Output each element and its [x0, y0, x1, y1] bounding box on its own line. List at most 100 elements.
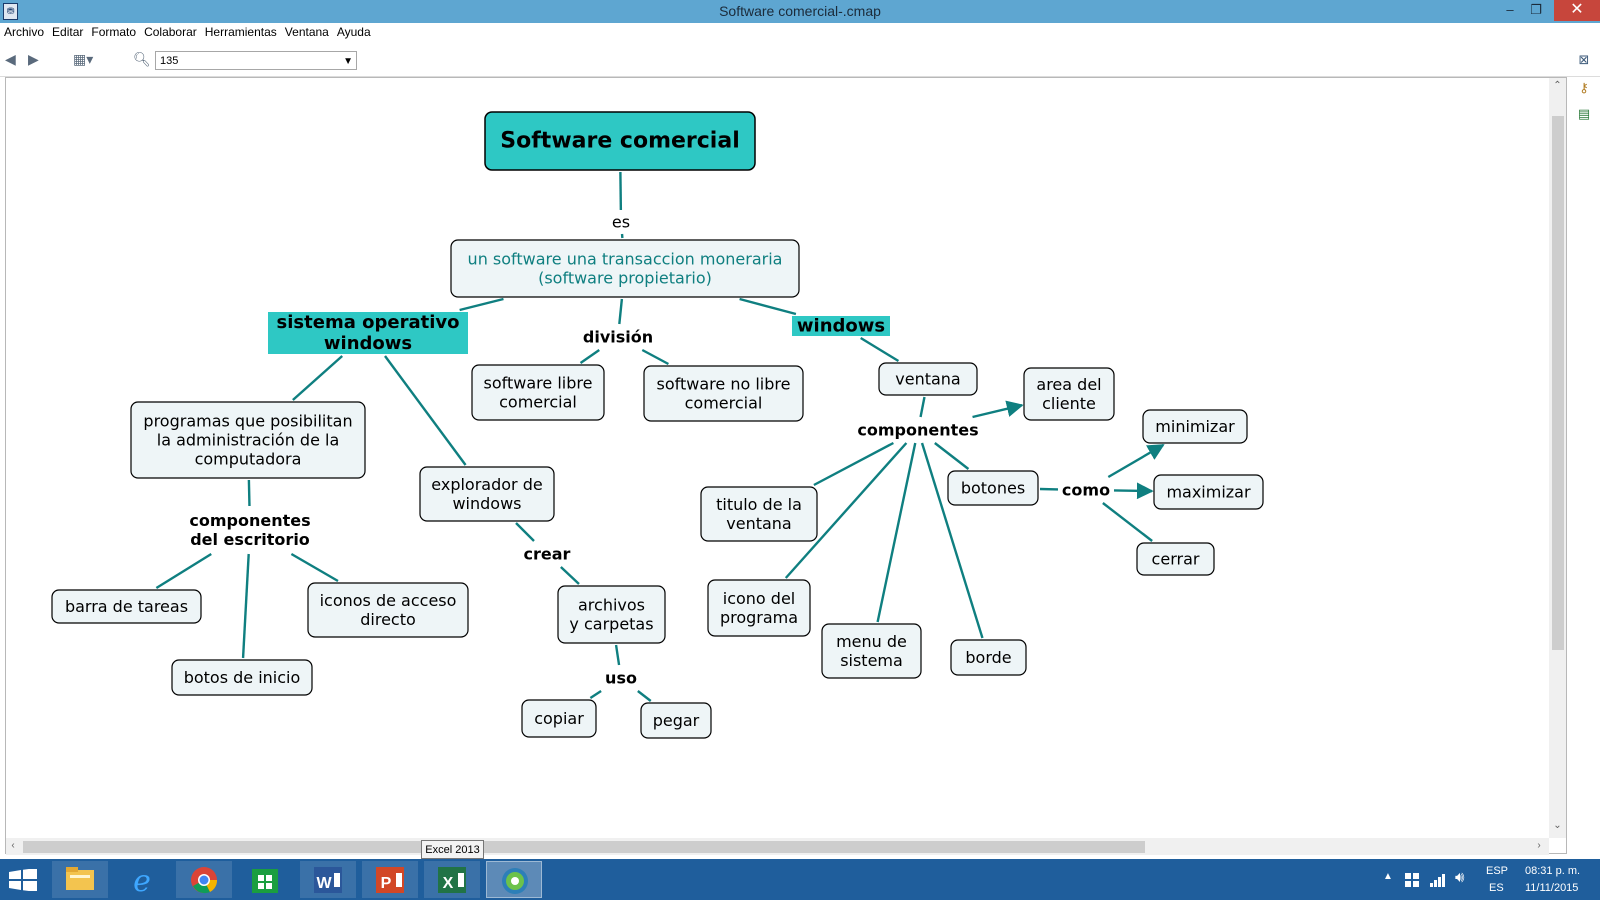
- node-text: explorador de: [431, 475, 542, 494]
- file-explorer-taskbar-button[interactable]: [52, 861, 108, 898]
- horizontal-scroll-thumb[interactable]: [23, 841, 1145, 853]
- link-label-compesc[interactable]: componentesdel escritorio: [181, 508, 319, 552]
- menu-ayuda[interactable]: Ayuda: [333, 23, 375, 39]
- network-signal-icon[interactable]: [1429, 872, 1447, 888]
- concept-iconos[interactable]: iconos de accesodirecto: [308, 583, 468, 637]
- key-icon[interactable]: ⚷: [1576, 80, 1592, 96]
- concept-borde[interactable]: borde: [951, 640, 1026, 675]
- concept-copiar[interactable]: copiar: [522, 700, 596, 737]
- link-def-sow: [460, 299, 504, 310]
- network-off-icon[interactable]: ⊠: [1576, 52, 1592, 68]
- scroll-down-icon[interactable]: ⌄: [1549, 820, 1566, 831]
- concept-snlc[interactable]: software no librecomercial: [644, 366, 803, 421]
- concept-map-canvas[interactable]: Software comercial un software una transa…: [5, 77, 1567, 854]
- link-compesc-botos: [243, 554, 249, 658]
- concept-menu[interactable]: menu desistema: [822, 624, 921, 678]
- node-text: programas que posibilitan: [143, 412, 352, 431]
- forward-arrow-icon[interactable]: ▶: [28, 51, 39, 67]
- powerpoint-icon[interactable]: P: [362, 861, 418, 898]
- link-label-es[interactable]: es: [609, 212, 633, 232]
- show-hidden-icons-icon[interactable]: ▲: [1383, 871, 1393, 882]
- link-label-componentes[interactable]: componentes: [854, 419, 982, 441]
- close-button[interactable]: ✕: [1554, 0, 1600, 21]
- concept-win[interactable]: windows: [792, 316, 890, 337]
- internet-explorer-icon[interactable]: e: [114, 861, 170, 898]
- excel-icon[interactable]: X: [424, 861, 480, 898]
- concept-prog[interactable]: programas que posibilitanla administraci…: [131, 402, 365, 478]
- node-text: iconos de acceso: [320, 591, 457, 610]
- concept-ventana[interactable]: ventana: [879, 363, 977, 395]
- menu-bar: ArchivoEditarFormatoColaborarHerramienta…: [0, 23, 1600, 43]
- scroll-up-icon[interactable]: ⌃: [1549, 80, 1566, 91]
- chrome-icon[interactable]: [176, 861, 232, 898]
- menu-colaborar[interactable]: Colaborar: [140, 23, 201, 39]
- word-icon[interactable]: W: [300, 861, 356, 898]
- link-label-como[interactable]: como: [1058, 479, 1114, 501]
- action-center-icon[interactable]: [1404, 872, 1420, 888]
- menu-formato[interactable]: Formato: [87, 23, 140, 39]
- node-text: botos de inicio: [184, 668, 301, 687]
- node-text: windows: [797, 316, 885, 337]
- cmaptools-taskbar-button[interactable]: [486, 861, 542, 898]
- menu-editar[interactable]: Editar: [48, 23, 87, 39]
- link-label-division[interactable]: división: [580, 326, 656, 348]
- concept-root[interactable]: Software comercial: [485, 112, 755, 170]
- node-text: del escritorio: [190, 530, 310, 549]
- concept-slc[interactable]: software librecomercial: [472, 365, 604, 420]
- concept-botones[interactable]: botones: [948, 471, 1038, 505]
- taskbar-tooltip: Excel 2013: [421, 840, 484, 859]
- link-compesc-barra: [156, 554, 211, 588]
- link-uso-copiar: [590, 691, 601, 698]
- node-text: windows: [324, 333, 412, 354]
- concept-maximizar[interactable]: maximizar: [1154, 475, 1263, 509]
- book-icon[interactable]: ▤: [1576, 106, 1592, 122]
- link-label-crear[interactable]: crear: [520, 543, 574, 565]
- concept-pegar[interactable]: pegar: [641, 703, 711, 738]
- vertical-scroll-thumb[interactable]: [1552, 116, 1564, 650]
- back-arrow-icon[interactable]: ◀: [5, 51, 16, 67]
- zoom-select[interactable]: 135 ▼: [155, 51, 357, 70]
- link-como-minimizar: [1108, 445, 1163, 477]
- node-text: sistema operativo: [277, 312, 460, 333]
- zoom-magnifier-icon[interactable]: 🔍︎: [133, 51, 151, 67]
- menu-ventana[interactable]: Ventana: [281, 23, 333, 39]
- concept-def[interactable]: un software una transaccion moneraria(so…: [451, 240, 799, 297]
- concept-cerrar[interactable]: cerrar: [1137, 543, 1214, 575]
- link-def-win: [740, 299, 796, 314]
- minimize-button[interactable]: –: [1496, 0, 1524, 21]
- language-bottom[interactable]: ES: [1489, 882, 1504, 894]
- volume-icon[interactable]: 🔊︎: [1455, 869, 1464, 886]
- concept-map-svg: Software comercial un software una transa…: [6, 78, 1550, 838]
- concept-barra[interactable]: barra de tareas: [52, 590, 201, 623]
- concept-botos[interactable]: botos de inicio: [172, 660, 312, 695]
- node-text: archivos: [578, 596, 645, 615]
- concept-sow[interactable]: sistema operativowindows: [268, 312, 468, 354]
- vertical-scrollbar[interactable]: ⌃ ⌄: [1549, 78, 1566, 838]
- node-text: es: [612, 213, 630, 232]
- view-options-icon[interactable]: ▦▾: [73, 51, 93, 67]
- menu-herramientas[interactable]: Herramientas: [201, 23, 281, 39]
- scroll-left-icon[interactable]: ‹: [8, 840, 18, 851]
- link-como-maximizar: [1114, 490, 1152, 491]
- node-text: windows: [452, 494, 521, 513]
- clock-time[interactable]: 08:31 p. m.: [1525, 865, 1580, 877]
- link-componentes-area: [973, 405, 1022, 417]
- chevron-down-icon[interactable]: ▼: [343, 52, 353, 71]
- node-text: crear: [524, 545, 571, 564]
- store-icon[interactable]: [238, 861, 294, 898]
- concept-titulo[interactable]: titulo de laventana: [701, 487, 817, 541]
- concept-iconoprog[interactable]: icono delprograma: [708, 580, 810, 636]
- windows-start-icon[interactable]: [9, 869, 37, 891]
- link-label-uso[interactable]: uso: [601, 667, 641, 689]
- concept-area[interactable]: area delcliente: [1024, 368, 1114, 420]
- concept-minimizar[interactable]: minimizar: [1143, 410, 1247, 443]
- scroll-right-icon[interactable]: ›: [1534, 840, 1544, 851]
- restore-button[interactable]: ❐: [1522, 0, 1550, 21]
- horizontal-scrollbar[interactable]: ‹ ›: [6, 838, 1549, 855]
- clock-date[interactable]: 11/11/2015: [1525, 882, 1578, 894]
- concept-archivos[interactable]: archivosy carpetas: [558, 586, 665, 643]
- language-top[interactable]: ESP: [1486, 865, 1508, 877]
- concept-expl[interactable]: explorador dewindows: [420, 467, 554, 521]
- link-prog-compesc: [249, 480, 250, 506]
- menu-archivo[interactable]: Archivo: [0, 23, 48, 39]
